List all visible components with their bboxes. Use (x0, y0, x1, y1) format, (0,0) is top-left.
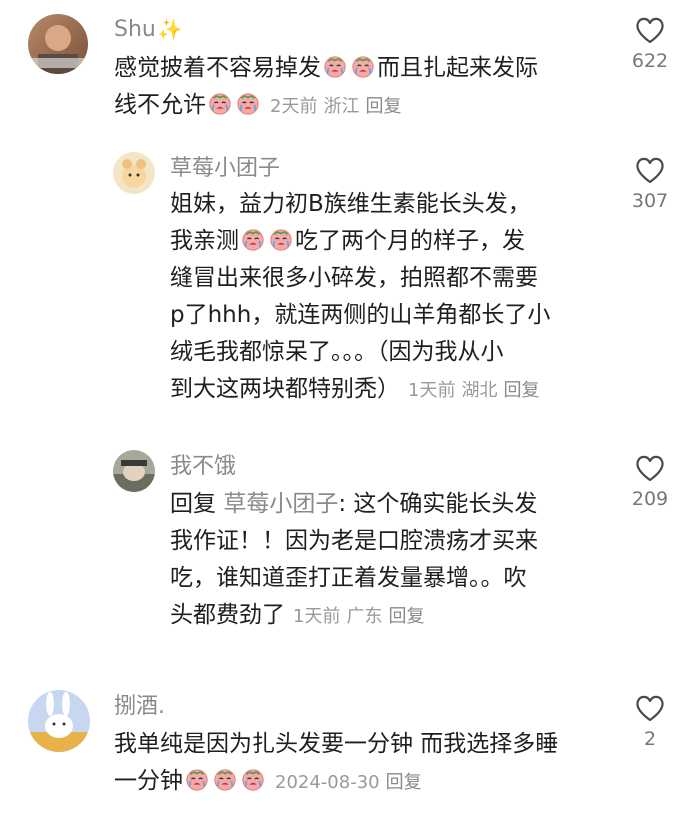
comment-text: 我单纯是因为扎头发要一分钟 而我选择多睡 一分钟 2024-08-30 回复 (114, 731, 559, 794)
heart-outline-icon (636, 455, 664, 482)
avatar[interactable] (113, 152, 155, 194)
heart-outline-icon (636, 17, 664, 44)
username[interactable]: 草莓小团子 (170, 154, 280, 184)
avatar[interactable] (28, 690, 90, 752)
like-button[interactable]: 209 (620, 454, 680, 510)
reply-button[interactable]: 回复 (386, 772, 422, 793)
comment-meta: 2024-08-30 回复 (275, 772, 422, 793)
crying-emoji-icon (236, 92, 260, 116)
username[interactable]: 我不饿 (170, 452, 236, 482)
reply-button[interactable]: 回复 (388, 606, 424, 627)
like-count: 209 (631, 488, 669, 510)
crying-emoji-icon (208, 92, 232, 116)
like-count: 622 (631, 50, 669, 72)
username[interactable]: Shu ✨ (114, 14, 183, 45)
comment-text: 姐妹，益力初B族维生素能长头发， 我亲测 吃了两个月的样子，发 缝冒出来很多小碎发… (170, 191, 551, 402)
comment-text: 感觉披着不容易掉发 而且扎起来发际 线不允许 2天前 浙江 回复 (114, 55, 538, 118)
avatar-image (122, 159, 146, 188)
like-button[interactable]: 307 (620, 156, 680, 212)
heart-outline-icon (636, 157, 664, 184)
heart-outline-icon (636, 695, 664, 722)
avatar-image (113, 460, 155, 492)
sparkle-icon: ✨ (157, 17, 183, 41)
like-button[interactable]: 2 (620, 694, 680, 750)
crying-emoji-icon (213, 768, 237, 792)
comment-meta: 1天前 湖北 回复 (408, 380, 540, 401)
comment-text: 回复 草莓小团子: 这个确实能长头发 我作证！！因为老是口腔溃疡才买来 吃，谁知… (170, 491, 538, 628)
like-count: 2 (643, 728, 657, 750)
avatar-image (28, 692, 90, 752)
crying-emoji-icon (323, 55, 347, 79)
avatar[interactable] (28, 14, 88, 74)
comment-item: 捌酒. 我单纯是因为扎头发要一分钟 而我选择多睡 一分钟 2024-08-30 回复… (0, 680, 690, 824)
crying-emoji-icon (269, 228, 293, 252)
avatar[interactable] (113, 450, 155, 492)
crying-emoji-icon (241, 768, 265, 792)
comment-meta: 1天前 广东 回复 (293, 606, 425, 627)
reply-button[interactable]: 回复 (365, 96, 401, 117)
crying-emoji-icon (351, 55, 375, 79)
comment-item: 我不饿 回复 草莓小团子: 这个确实能长头发 我作证！！因为老是口腔溃疡才买来 … (0, 440, 690, 660)
avatar-image (28, 25, 88, 74)
like-count: 307 (631, 190, 669, 212)
reply-button[interactable]: 回复 (503, 380, 539, 401)
username[interactable]: 捌酒. (114, 692, 165, 722)
crying-emoji-icon (241, 228, 265, 252)
reply-target-username[interactable]: 草莓小团子 (223, 491, 338, 517)
crying-emoji-icon (185, 768, 209, 792)
comment-item: Shu ✨ 感觉披着不容易掉发 而且扎起来发际 线不允许 2天前 浙江 回复 622 (0, 0, 690, 140)
like-button[interactable]: 622 (620, 16, 680, 72)
comment-meta: 2天前 浙江 回复 (270, 96, 402, 117)
comment-item: 草莓小团子 姐妹，益力初B族维生素能长头发， 我亲测 吃了两个月的样子，发 缝冒出… (0, 140, 690, 430)
